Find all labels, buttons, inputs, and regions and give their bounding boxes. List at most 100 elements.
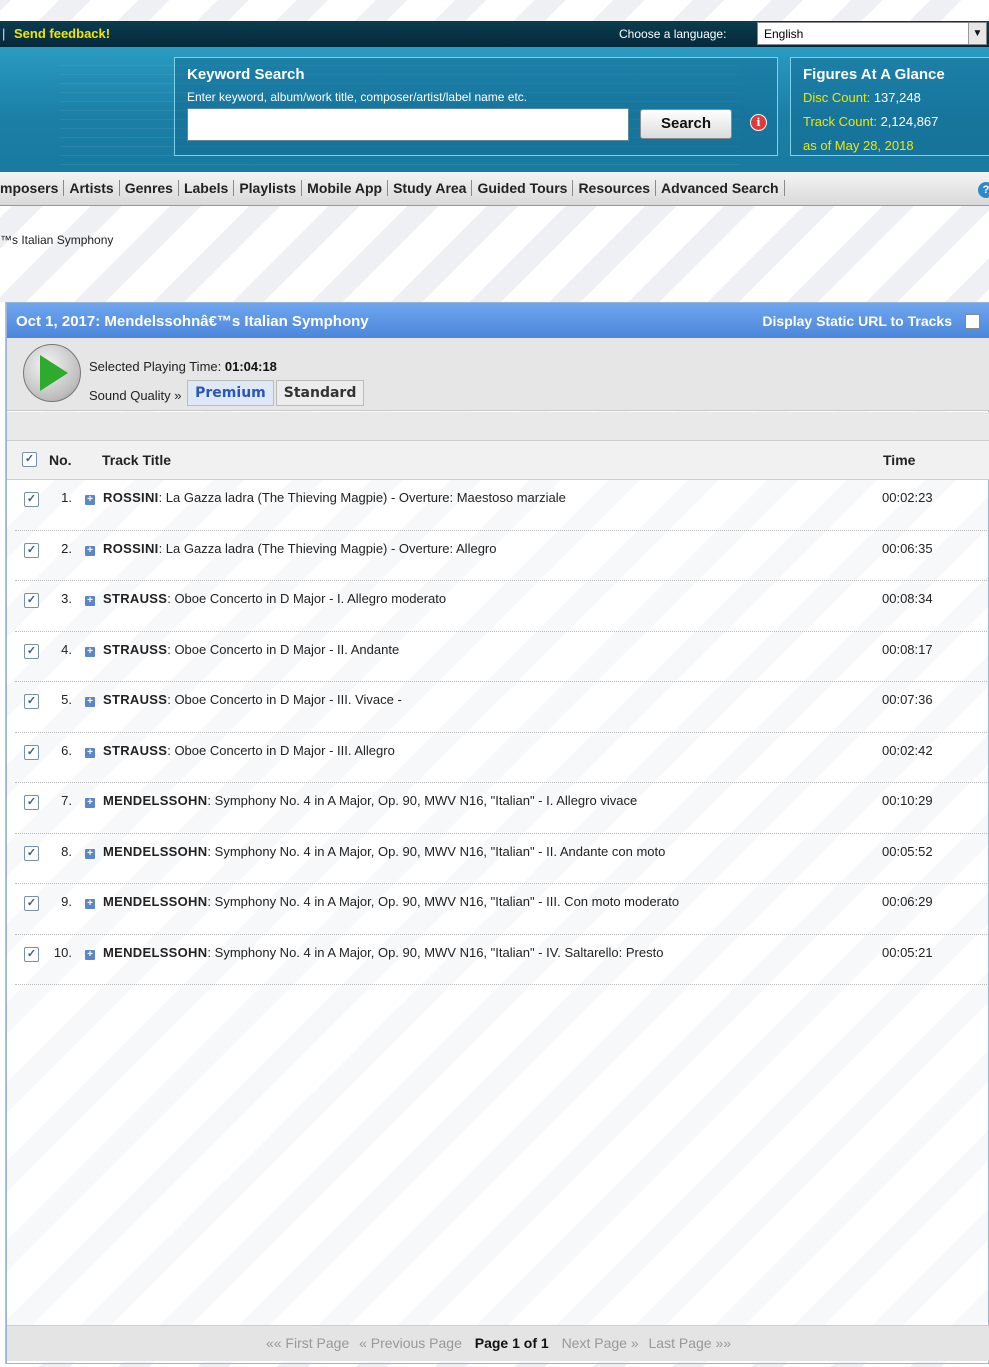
nav-item-resources[interactable]: Resources	[573, 180, 657, 196]
language-select[interactable]: English ▼	[757, 22, 987, 45]
nav-item-labels[interactable]: Labels	[179, 180, 235, 196]
track-title[interactable]: STRAUSS: Oboe Concerto in D Major - III.…	[103, 692, 402, 707]
table-row[interactable]: 2. + ROSSINI: La Gazza ladra (The Thievi…	[15, 531, 987, 581]
track-number: 6.	[61, 742, 72, 758]
help-icon[interactable]: ?	[978, 182, 989, 198]
track-checkbox[interactable]	[24, 946, 39, 962]
track-title[interactable]: MENDELSSOHN: Symphony No. 4 in A Major, …	[103, 894, 679, 909]
track-number: 3.	[61, 591, 72, 606]
previous-page-link[interactable]: « Previous Page	[359, 1335, 462, 1351]
track-checkbox[interactable]	[24, 643, 39, 659]
table-row[interactable]: 3. + STRAUSS: Oboe Concerto in D Major -…	[15, 581, 987, 632]
table-row[interactable]: 9. + MENDELSSOHN: Symphony No. 4 in A Ma…	[15, 884, 987, 935]
track-number: 9.	[61, 894, 72, 909]
expand-icon[interactable]: +	[85, 747, 95, 758]
table-row[interactable]: 6. + STRAUSS: Oboe Concerto in D Major -…	[15, 733, 987, 783]
track-work: : Oboe Concerto in D Major - I. Allegro …	[167, 591, 447, 606]
static-url-checkbox[interactable]	[965, 314, 980, 329]
nav-item-study-area[interactable]: Study Area	[388, 180, 473, 196]
select-all-checkbox[interactable]	[22, 452, 37, 467]
playing-time: Selected Playing Time: 01:04:18	[89, 359, 277, 374]
next-page-link[interactable]: Next Page »	[562, 1335, 639, 1351]
disc-count-label: Disc Count:	[803, 90, 871, 105]
expand-icon[interactable]: +	[85, 495, 95, 505]
track-work: : Symphony No. 4 in A Major, Op. 90, MWV…	[207, 793, 638, 808]
track-count-label: Track Count:	[803, 114, 877, 129]
expand-icon[interactable]: +	[85, 646, 95, 657]
track-title[interactable]: MENDELSSOHN: Symphony No. 4 in A Major, …	[103, 793, 637, 808]
track-checkbox[interactable]	[24, 694, 39, 709]
track-title[interactable]: STRAUSS: Oboe Concerto in D Major - II. …	[103, 642, 399, 657]
expand-icon[interactable]: +	[85, 848, 95, 859]
keyword-search-input[interactable]	[187, 108, 629, 141]
expand-icon[interactable]: +	[85, 949, 95, 960]
track-composer: STRAUSS	[103, 742, 168, 758]
track-time: 00:06:35	[882, 540, 933, 556]
track-title[interactable]: MENDELSSOHN: Symphony No. 4 in A Major, …	[103, 844, 665, 859]
main-nav: mposers Artists Genres Labels Playlists Mobil…	[0, 172, 989, 206]
track-work: : Oboe Concerto in D Major - III. Vivace…	[167, 692, 402, 707]
first-page-link[interactable]: «« First Page	[266, 1335, 349, 1351]
table-row[interactable]: 8. + MENDELSSOHN: Symphony No. 4 in A Ma…	[15, 834, 987, 884]
language-value: English	[764, 27, 804, 41]
keyword-search-box: Keyword Search Enter keyword, album/work…	[174, 57, 778, 156]
table-row[interactable]: 1. + ROSSINI: La Gazza ladra (The Thievi…	[15, 480, 987, 531]
column-no: No.	[49, 452, 72, 468]
track-composer: STRAUSS	[103, 591, 168, 606]
standard-quality-button[interactable]: Standard	[275, 380, 365, 406]
nav-item-playlists[interactable]: Playlists	[234, 180, 303, 196]
nav-item-advanced-search[interactable]: Advanced Search	[656, 180, 785, 196]
track-composer: STRAUSS	[103, 641, 168, 657]
table-row[interactable]: 5. + STRAUSS: Oboe Concerto in D Major -…	[15, 682, 987, 733]
table-row[interactable]: 4. + STRAUSS: Oboe Concerto in D Major -…	[15, 632, 987, 682]
track-title[interactable]: STRAUSS: Oboe Concerto in D Major - III.…	[103, 743, 395, 758]
premium-quality-button[interactable]: Premium	[187, 380, 274, 406]
track-number: 5.	[61, 692, 72, 707]
send-feedback-link[interactable]: Send feedback!	[14, 26, 110, 41]
player-controls: Selected Playing Time: 01:04:18 Sound Qu…	[7, 338, 989, 411]
chevron-down-icon[interactable]: ▼	[968, 23, 986, 44]
track-checkbox[interactable]	[24, 896, 39, 911]
track-checkbox[interactable]	[24, 492, 39, 507]
expand-icon[interactable]: +	[85, 596, 95, 606]
expand-icon[interactable]: +	[85, 798, 95, 808]
playlist-panel: Oct 1, 2017: Mendelssohnâ€™s Italian Sym…	[6, 302, 989, 1364]
table-row[interactable]: 7. + MENDELSSOHN: Symphony No. 4 in A Ma…	[15, 783, 987, 834]
track-count-value: 2,124,867	[880, 114, 939, 129]
track-checkbox[interactable]	[24, 542, 39, 558]
table-row[interactable]: 10. + MENDELSSOHN: Symphony No. 4 in A M…	[15, 935, 987, 985]
current-page: Page 1 of 1	[474, 1335, 549, 1351]
track-title[interactable]: MENDELSSOHN: Symphony No. 4 in A Major, …	[103, 945, 663, 960]
keyword-search-title: Keyword Search	[187, 66, 305, 83]
expand-icon[interactable]: +	[85, 899, 95, 909]
nav-item-composers[interactable]: mposers	[0, 180, 65, 196]
nav-item-artists[interactable]: Artists	[64, 180, 120, 196]
expand-icon[interactable]: +	[85, 545, 95, 556]
track-title[interactable]: STRAUSS: Oboe Concerto in D Major - I. A…	[103, 591, 446, 606]
playing-time-value: 01:04:18	[224, 359, 277, 374]
track-title[interactable]: ROSSINI: La Gazza ladra (The Thieving Ma…	[103, 490, 566, 505]
playlist-header: Oct 1, 2017: Mendelssohnâ€™s Italian Sym…	[7, 303, 989, 338]
track-checkbox[interactable]	[24, 795, 39, 810]
figures-date: as of May 28, 2018	[803, 138, 914, 153]
track-work: : La Gazza ladra (The Thieving Magpie) -…	[158, 540, 497, 556]
track-number: 1.	[61, 490, 72, 505]
track-checkbox[interactable]	[24, 593, 39, 608]
nav-item-mobile-app[interactable]: Mobile App	[302, 180, 389, 196]
search-button[interactable]: Search	[640, 109, 732, 139]
track-title[interactable]: ROSSINI: La Gazza ladra (The Thieving Ma…	[103, 541, 496, 556]
track-work: : Oboe Concerto in D Major - III. Allegr…	[167, 742, 395, 758]
track-checkbox[interactable]	[24, 845, 39, 861]
track-list: 1. + ROSSINI: La Gazza ladra (The Thievi…	[7, 480, 989, 985]
info-icon[interactable]: i	[750, 114, 767, 131]
track-checkbox[interactable]	[24, 744, 39, 760]
track-work: : Symphony No. 4 in A Major, Op. 90, MWV…	[207, 894, 680, 909]
nav-item-genres[interactable]: Genres	[120, 180, 179, 196]
last-page-link[interactable]: Last Page »»	[649, 1335, 732, 1351]
nav-item-guided-tours[interactable]: Guided Tours	[472, 180, 574, 196]
play-button[interactable]	[23, 344, 81, 402]
track-composer: MENDELSSOHN	[103, 793, 208, 808]
expand-icon[interactable]: +	[85, 697, 95, 707]
playlist-title: Oct 1, 2017: Mendelssohnâ€™s Italian Sym…	[16, 313, 369, 330]
track-table-header: No. Track Title Time	[7, 440, 989, 480]
